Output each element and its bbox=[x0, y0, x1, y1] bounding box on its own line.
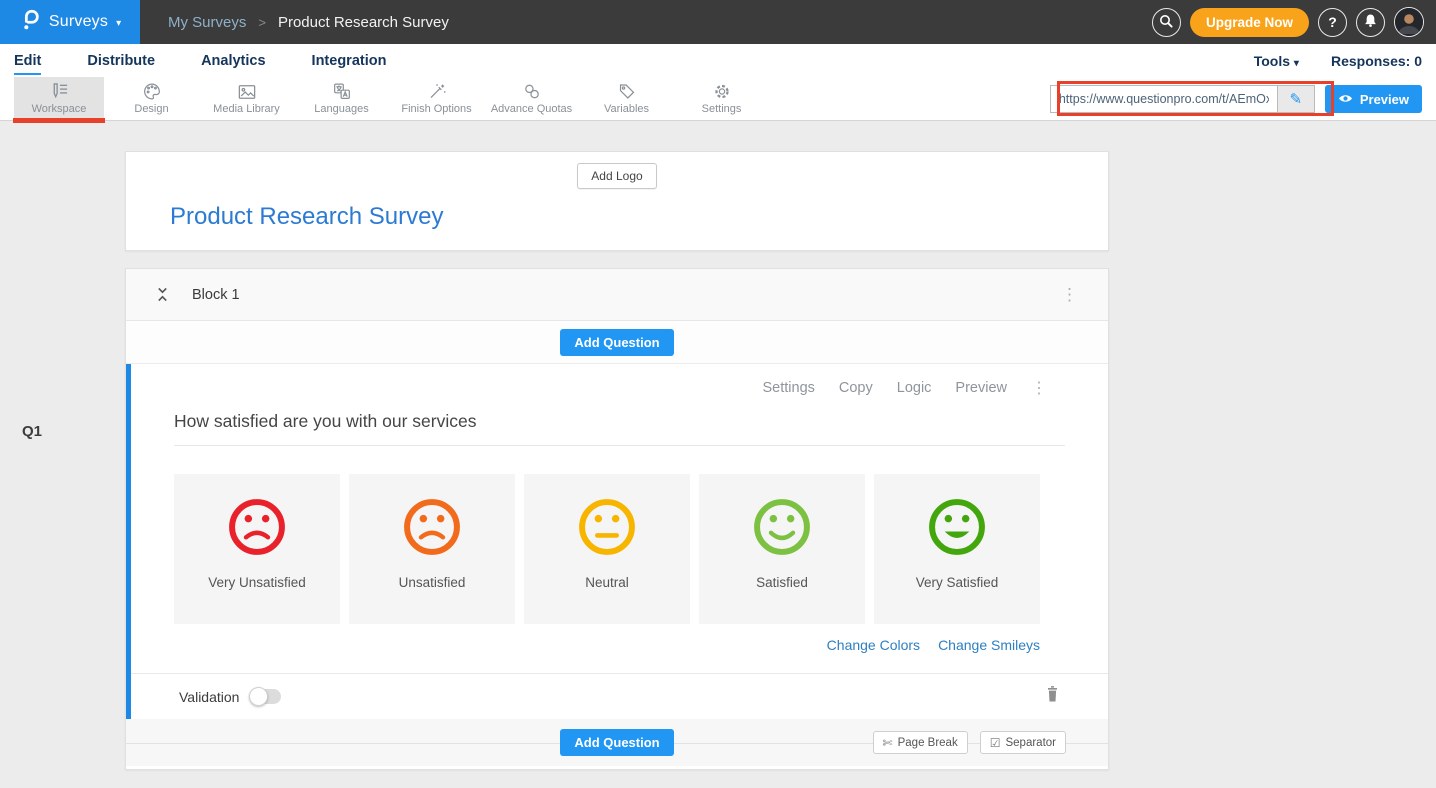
question-links: Change Colors Change Smileys bbox=[174, 637, 1040, 673]
section-nav-row: Edit Distribute Analytics Integration Tools… bbox=[0, 44, 1436, 77]
nav-tabs: Edit Distribute Analytics Integration bbox=[14, 44, 432, 77]
checkbox-icon: ☑ bbox=[990, 736, 1001, 750]
add-question-strip-top: Add Question bbox=[126, 321, 1108, 364]
tab-integration[interactable]: Integration bbox=[312, 47, 387, 75]
breadcrumb-my-surveys[interactable]: My Surveys bbox=[168, 14, 246, 31]
smiley-option-satisfied[interactable]: Satisfied bbox=[699, 474, 865, 624]
header-actions: Upgrade Now ? bbox=[1152, 0, 1424, 44]
breadcrumb-current-survey: Product Research Survey bbox=[278, 14, 449, 31]
smiley-satisfied-icon bbox=[751, 496, 813, 563]
toolbar-item-variables[interactable]: Variables bbox=[579, 77, 674, 120]
survey-url-group: ✎ bbox=[1050, 85, 1315, 113]
settings-icon bbox=[712, 82, 732, 101]
page-break-button[interactable]: ✄Page Break bbox=[873, 731, 968, 754]
tools-dropdown[interactable]: Tools ▾ bbox=[1254, 53, 1299, 69]
toolbar-item-workspace[interactable]: Workspace bbox=[14, 77, 104, 120]
question-action-copy[interactable]: Copy bbox=[839, 380, 873, 396]
search-button[interactable] bbox=[1152, 8, 1181, 37]
collapse-block-icon[interactable] bbox=[156, 287, 169, 302]
question-text[interactable]: How satisfied are you with our services bbox=[174, 411, 1065, 446]
preview-button[interactable]: Preview bbox=[1325, 85, 1422, 113]
question-action-settings[interactable]: Settings bbox=[762, 380, 814, 396]
smiley-option-unsatisfied[interactable]: Unsatisfied bbox=[349, 474, 515, 624]
question-footer: Validation bbox=[131, 673, 1108, 719]
survey-url-input[interactable] bbox=[1050, 85, 1277, 113]
product-name: Surveys bbox=[49, 13, 108, 31]
separator-button[interactable]: ☑Separator bbox=[980, 731, 1066, 754]
toolbar-item-media-library[interactable]: Media Library bbox=[199, 77, 294, 120]
delete-question-button[interactable] bbox=[1045, 685, 1060, 708]
workspace-icon bbox=[49, 82, 70, 101]
chevron-down-icon: ▾ bbox=[116, 18, 121, 29]
question-mark-icon: ? bbox=[1328, 14, 1337, 30]
toolbar-item-settings[interactable]: Settings bbox=[674, 77, 769, 120]
help-button[interactable]: ? bbox=[1318, 8, 1347, 37]
upgrade-now-button[interactable]: Upgrade Now bbox=[1190, 8, 1309, 37]
block-card: Block 1 ⋮ Add Question Settings Copy Logic… bbox=[125, 268, 1109, 770]
top-header-bar: Surveys ▾ My Surveys > Product Research … bbox=[0, 0, 1436, 44]
block-menu-dots-icon[interactable]: ⋮ bbox=[1061, 288, 1078, 302]
media-library-icon bbox=[237, 82, 257, 101]
question-actions: Settings Copy Logic Preview ⋮ bbox=[174, 378, 1065, 398]
search-icon bbox=[1158, 13, 1174, 32]
tab-distribute[interactable]: Distribute bbox=[87, 47, 155, 75]
bell-icon bbox=[1363, 13, 1378, 31]
avatar[interactable] bbox=[1394, 7, 1424, 37]
toggle-knob bbox=[249, 687, 268, 706]
smiley-options-row: Very UnsatisfiedUnsatisfiedNeutralSatisf… bbox=[174, 474, 1040, 624]
question-code: Q1 bbox=[22, 423, 42, 440]
link-change-smileys[interactable]: Change Smileys bbox=[938, 637, 1040, 653]
smiley-very-satisfied-icon bbox=[926, 496, 988, 563]
design-icon bbox=[142, 82, 162, 101]
add-question-button-bottom[interactable]: Add Question bbox=[560, 729, 673, 756]
editor-toolbar: WorkspaceDesignMedia LibraryLanguagesFin… bbox=[0, 77, 1436, 121]
nav-right-cluster: Tools ▾ Responses: 0 bbox=[1254, 53, 1422, 69]
scissors-icon: ✄ bbox=[883, 736, 893, 750]
breadcrumb-separator-icon: > bbox=[258, 15, 266, 30]
smiley-neutral-icon bbox=[576, 496, 638, 563]
advance-quotas-icon bbox=[522, 82, 542, 101]
add-question-strip-bottom: Add Question ✄Page Break ☑Separator bbox=[126, 719, 1108, 766]
smiley-option-very-satisfied[interactable]: Very Satisfied bbox=[874, 474, 1040, 624]
toolbar-item-finish-options[interactable]: Finish Options bbox=[389, 77, 484, 120]
app-logo-block[interactable]: Surveys ▾ bbox=[0, 0, 140, 44]
toolbar-item-design[interactable]: Design bbox=[104, 77, 199, 120]
responses-count: Responses: 0 bbox=[1331, 53, 1422, 69]
toolbar-item-languages[interactable]: Languages bbox=[294, 77, 389, 120]
workspace-canvas: Q1 Add Logo Product Research Survey Bloc… bbox=[0, 121, 1436, 788]
smiley-option-neutral[interactable]: Neutral bbox=[524, 474, 690, 624]
notifications-button[interactable] bbox=[1356, 8, 1385, 37]
add-logo-button[interactable]: Add Logo bbox=[577, 163, 656, 189]
add-question-button-top[interactable]: Add Question bbox=[560, 329, 673, 356]
smiley-unsatisfied-icon bbox=[401, 496, 463, 563]
smiley-option-very-unsatisfied[interactable]: Very Unsatisfied bbox=[174, 474, 340, 624]
breadcrumb: My Surveys > Product Research Survey bbox=[168, 14, 449, 31]
validation-toggle[interactable] bbox=[251, 689, 281, 704]
question-menu-dots-icon[interactable]: ⋮ bbox=[1031, 378, 1047, 398]
tab-edit[interactable]: Edit bbox=[14, 47, 41, 75]
link-change-colors[interactable]: Change Colors bbox=[827, 637, 920, 653]
toolbar-item-advance-quotas[interactable]: Advance Quotas bbox=[484, 77, 579, 120]
survey-title-card: Add Logo Product Research Survey bbox=[125, 151, 1109, 251]
trash-icon bbox=[1045, 685, 1060, 708]
toolbar-right-cluster: ✎ Preview bbox=[1050, 85, 1422, 113]
toolbar-items: WorkspaceDesignMedia LibraryLanguagesFin… bbox=[0, 77, 769, 120]
block-title[interactable]: Block 1 bbox=[192, 287, 240, 303]
question-card: Settings Copy Logic Preview ⋮ How satisfied … bbox=[126, 364, 1108, 719]
question-action-preview[interactable]: Preview bbox=[955, 380, 1007, 396]
tab-analytics[interactable]: Analytics bbox=[201, 47, 265, 75]
finish-options-icon bbox=[427, 82, 447, 101]
survey-title[interactable]: Product Research Survey bbox=[170, 203, 1108, 231]
pencil-icon: ✎ bbox=[1290, 90, 1303, 108]
variables-icon bbox=[617, 82, 637, 101]
validation-label: Validation bbox=[179, 689, 239, 705]
chevron-down-icon: ▾ bbox=[1294, 58, 1299, 69]
languages-icon bbox=[332, 82, 352, 101]
eye-icon bbox=[1338, 92, 1353, 107]
block-header: Block 1 ⋮ bbox=[126, 269, 1108, 321]
edit-url-button[interactable]: ✎ bbox=[1277, 85, 1315, 113]
question-action-logic[interactable]: Logic bbox=[897, 380, 932, 396]
questionpro-logo-icon bbox=[19, 7, 41, 37]
smiley-very-unsatisfied-icon bbox=[226, 496, 288, 563]
